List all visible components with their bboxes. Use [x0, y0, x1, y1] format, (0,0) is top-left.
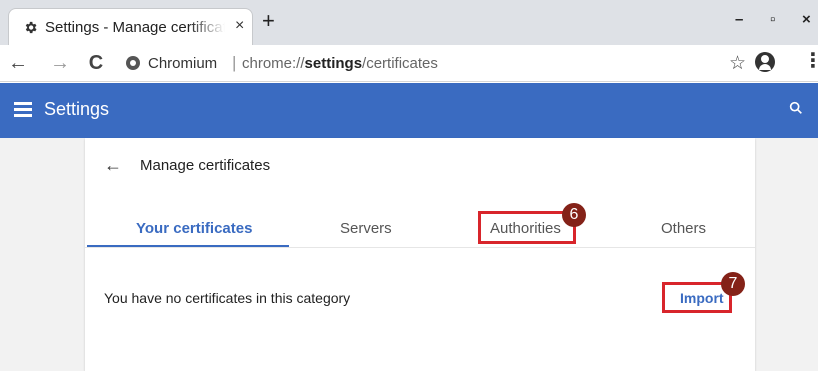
- new-tab-button[interactable]: +: [262, 10, 275, 32]
- browser-tab[interactable]: Settings - Manage certificates ×: [8, 8, 253, 45]
- browser-toolbar: ← → C Chromium | chrome://settings/certi…: [0, 45, 818, 82]
- back-arrow-icon[interactable]: ←: [104, 156, 122, 174]
- url-text: chrome://settings/certificates: [242, 55, 438, 72]
- tab-close-icon[interactable]: ×: [235, 17, 244, 35]
- step-badge-6: 6: [562, 203, 586, 227]
- settings-header: Settings: [0, 83, 818, 138]
- star-icon[interactable]: ☆: [729, 52, 746, 75]
- search-icon[interactable]: [788, 100, 804, 116]
- page-title: Manage certificates: [140, 157, 271, 174]
- tabs-divider: [85, 247, 755, 248]
- site-info-icon[interactable]: [126, 56, 140, 70]
- close-window-button[interactable]: ×: [802, 12, 811, 28]
- kebab-menu-icon[interactable]: ⋮: [803, 51, 818, 71]
- tab-title: Settings - Manage certificates: [45, 19, 225, 36]
- empty-state-message: You have no certificates in this categor…: [104, 290, 351, 306]
- omnibox-separator: |: [232, 53, 237, 72]
- minimize-button[interactable]: –: [735, 12, 743, 28]
- step-badge-7: 7: [721, 272, 745, 296]
- reload-icon[interactable]: C: [86, 53, 106, 73]
- active-tab-indicator: [87, 245, 289, 247]
- site-name: Chromium: [148, 55, 218, 72]
- tab-others[interactable]: Others: [661, 220, 706, 237]
- gear-icon: [25, 21, 37, 34]
- tab-your-certificates[interactable]: Your certificates: [136, 220, 252, 237]
- back-icon[interactable]: ←: [8, 53, 28, 73]
- profile-icon[interactable]: [755, 52, 775, 72]
- tab-strip: Settings - Manage certificates × + – ▫ ×: [0, 0, 818, 45]
- forward-icon[interactable]: →: [50, 53, 70, 73]
- address-bar[interactable]: Chromium | chrome://settings/certificate…: [120, 49, 760, 78]
- tab-servers[interactable]: Servers: [340, 220, 392, 237]
- maximize-button[interactable]: ▫: [770, 12, 775, 28]
- menu-icon[interactable]: [14, 102, 32, 117]
- settings-title: Settings: [44, 99, 110, 119]
